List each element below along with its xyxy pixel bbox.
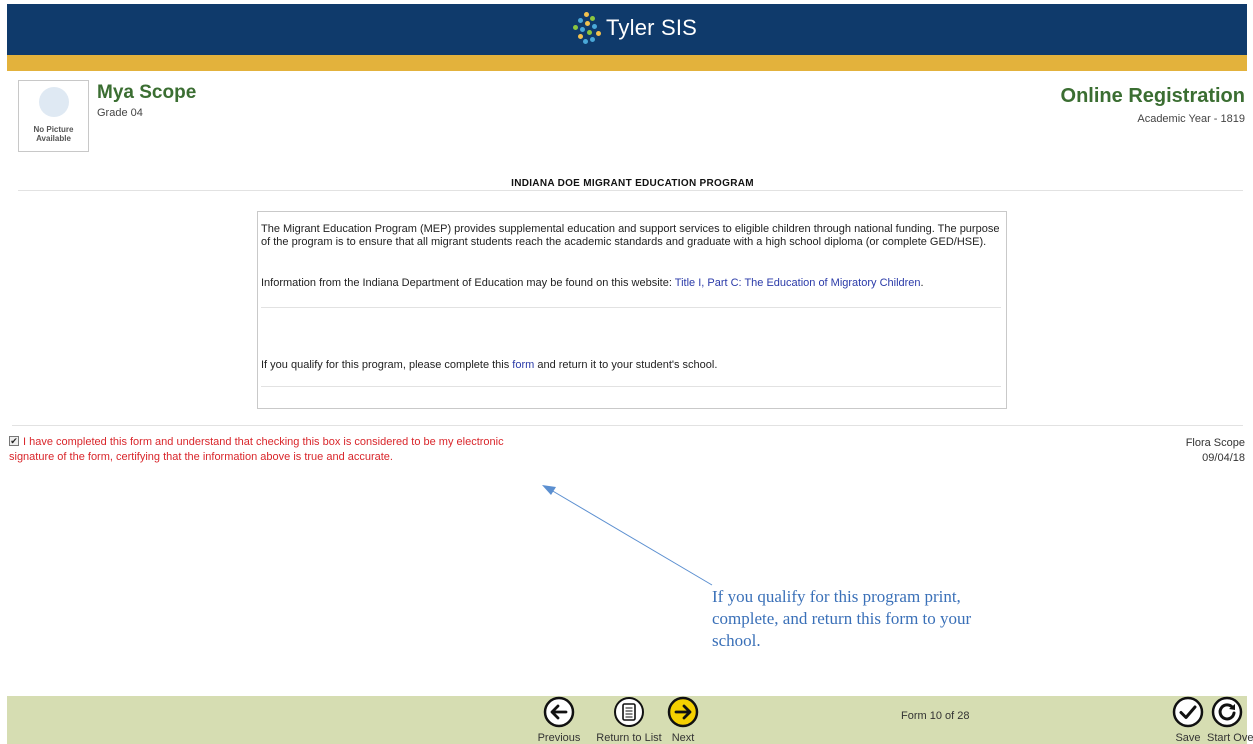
brand-name: Tyler SIS xyxy=(606,15,698,40)
doe-website-link[interactable]: Title I, Part C: The Education of Migrat… xyxy=(675,277,921,289)
signer-block: Flora Scope 09/04/18 xyxy=(1186,436,1245,466)
save-button[interactable]: Save xyxy=(1171,696,1205,744)
tyler-sis-logo: Tyler SIS xyxy=(570,10,697,46)
divider xyxy=(12,425,1243,426)
form-download-link[interactable]: form xyxy=(512,359,534,371)
academic-year: Academic Year - 1819 xyxy=(1137,113,1245,125)
annotation-note: If you qualify for this program print, c… xyxy=(712,587,972,650)
divider xyxy=(18,190,1243,191)
start-over-label: Start Over xyxy=(1207,732,1253,744)
student-grade: Grade 04 xyxy=(97,107,143,119)
return-to-list-button[interactable]: Return to List xyxy=(591,696,667,744)
previous-button[interactable]: Previous xyxy=(534,696,584,744)
checkmark-icon xyxy=(1172,696,1204,728)
header-accent-bar xyxy=(7,55,1247,71)
header-bar: Tyler SIS xyxy=(7,4,1247,55)
next-button[interactable]: Next xyxy=(667,696,699,744)
footer-toolbar: Previous Return to List Next Form 10 of … xyxy=(7,696,1253,744)
refresh-icon xyxy=(1211,696,1243,728)
form-content-box: The Migrant Education Program (MEP) prov… xyxy=(257,211,1007,409)
signature-statement: I have completed this form and understan… xyxy=(9,436,504,463)
page: Tyler SIS No Picture Available Mya Scope… xyxy=(0,0,1253,744)
logo-dots-icon xyxy=(570,10,604,46)
no-picture-label: No Picture Available xyxy=(33,125,74,143)
avatar-placeholder-icon xyxy=(39,87,69,117)
student-avatar: No Picture Available xyxy=(18,80,89,152)
divider xyxy=(261,386,1001,387)
divider xyxy=(261,307,1001,308)
next-label: Next xyxy=(671,732,695,744)
arrow-left-icon xyxy=(543,696,575,728)
start-over-button[interactable]: Start Over xyxy=(1207,696,1253,744)
signer-name: Flora Scope xyxy=(1185,437,1245,449)
list-icon xyxy=(614,697,644,727)
save-label: Save xyxy=(1175,732,1201,744)
arrow-right-icon xyxy=(667,696,699,728)
doe-info-text: Information from the Indiana Department … xyxy=(261,277,924,289)
form-title: INDIANA DOE MIGRANT EDUCATION PROGRAM xyxy=(511,178,754,189)
program-description: The Migrant Education Program (MEP) prov… xyxy=(261,223,1000,248)
qualify-instructions: If you qualify for this program, please … xyxy=(261,359,718,371)
form-counter: Form 10 of 28 xyxy=(901,710,970,722)
signature-date: 09/04/18 xyxy=(1202,452,1245,464)
previous-label: Previous xyxy=(537,732,581,744)
return-to-list-label: Return to List xyxy=(596,732,662,744)
student-name: Mya Scope xyxy=(97,82,197,103)
signature-checkbox[interactable]: ✔ xyxy=(9,436,19,446)
registration-title: Online Registration xyxy=(1060,85,1245,107)
